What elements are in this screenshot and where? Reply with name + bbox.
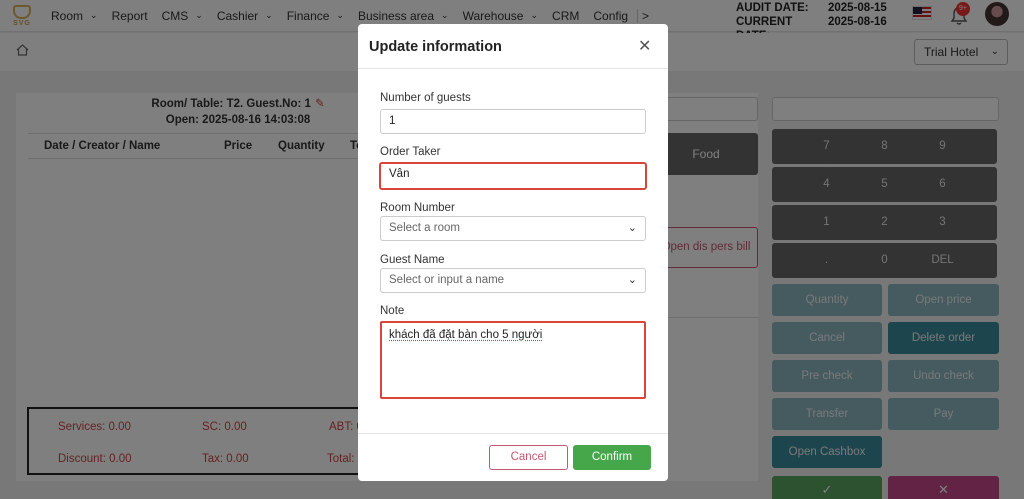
close-icon[interactable]: ✕ [638, 36, 651, 56]
chevron-down-icon: ⌄ [627, 222, 637, 234]
modal-header: Update information ✕ [358, 24, 668, 69]
update-information-modal: Update information ✕ Number of guests 1 … [358, 24, 668, 481]
order-taker-label: Order Taker [380, 146, 441, 158]
confirm-button[interactable]: Confirm [573, 445, 651, 470]
chevron-down-icon: ⌄ [627, 274, 637, 286]
guests-input[interactable]: 1 [380, 109, 646, 134]
order-taker-input[interactable]: Vân [379, 162, 647, 190]
note-text: khách đã đặt bàn cho 5 người [389, 329, 543, 341]
guest-name-select[interactable]: Select or input a name ⌄ [380, 268, 646, 293]
cancel-button[interactable]: Cancel [489, 445, 568, 470]
modal-footer-divider [358, 433, 668, 434]
guests-label: Number of guests [380, 92, 471, 104]
room-number-placeholder: Select a room [389, 222, 460, 234]
guest-name-label: Guest Name [380, 254, 445, 266]
guest-name-placeholder: Select or input a name [389, 274, 505, 286]
room-number-label: Room Number [380, 202, 455, 214]
room-number-select[interactable]: Select a room ⌄ [380, 216, 646, 241]
modal-title: Update information [369, 39, 502, 55]
note-label: Note [380, 305, 405, 317]
note-textarea[interactable]: khách đã đặt bàn cho 5 người [380, 321, 646, 399]
